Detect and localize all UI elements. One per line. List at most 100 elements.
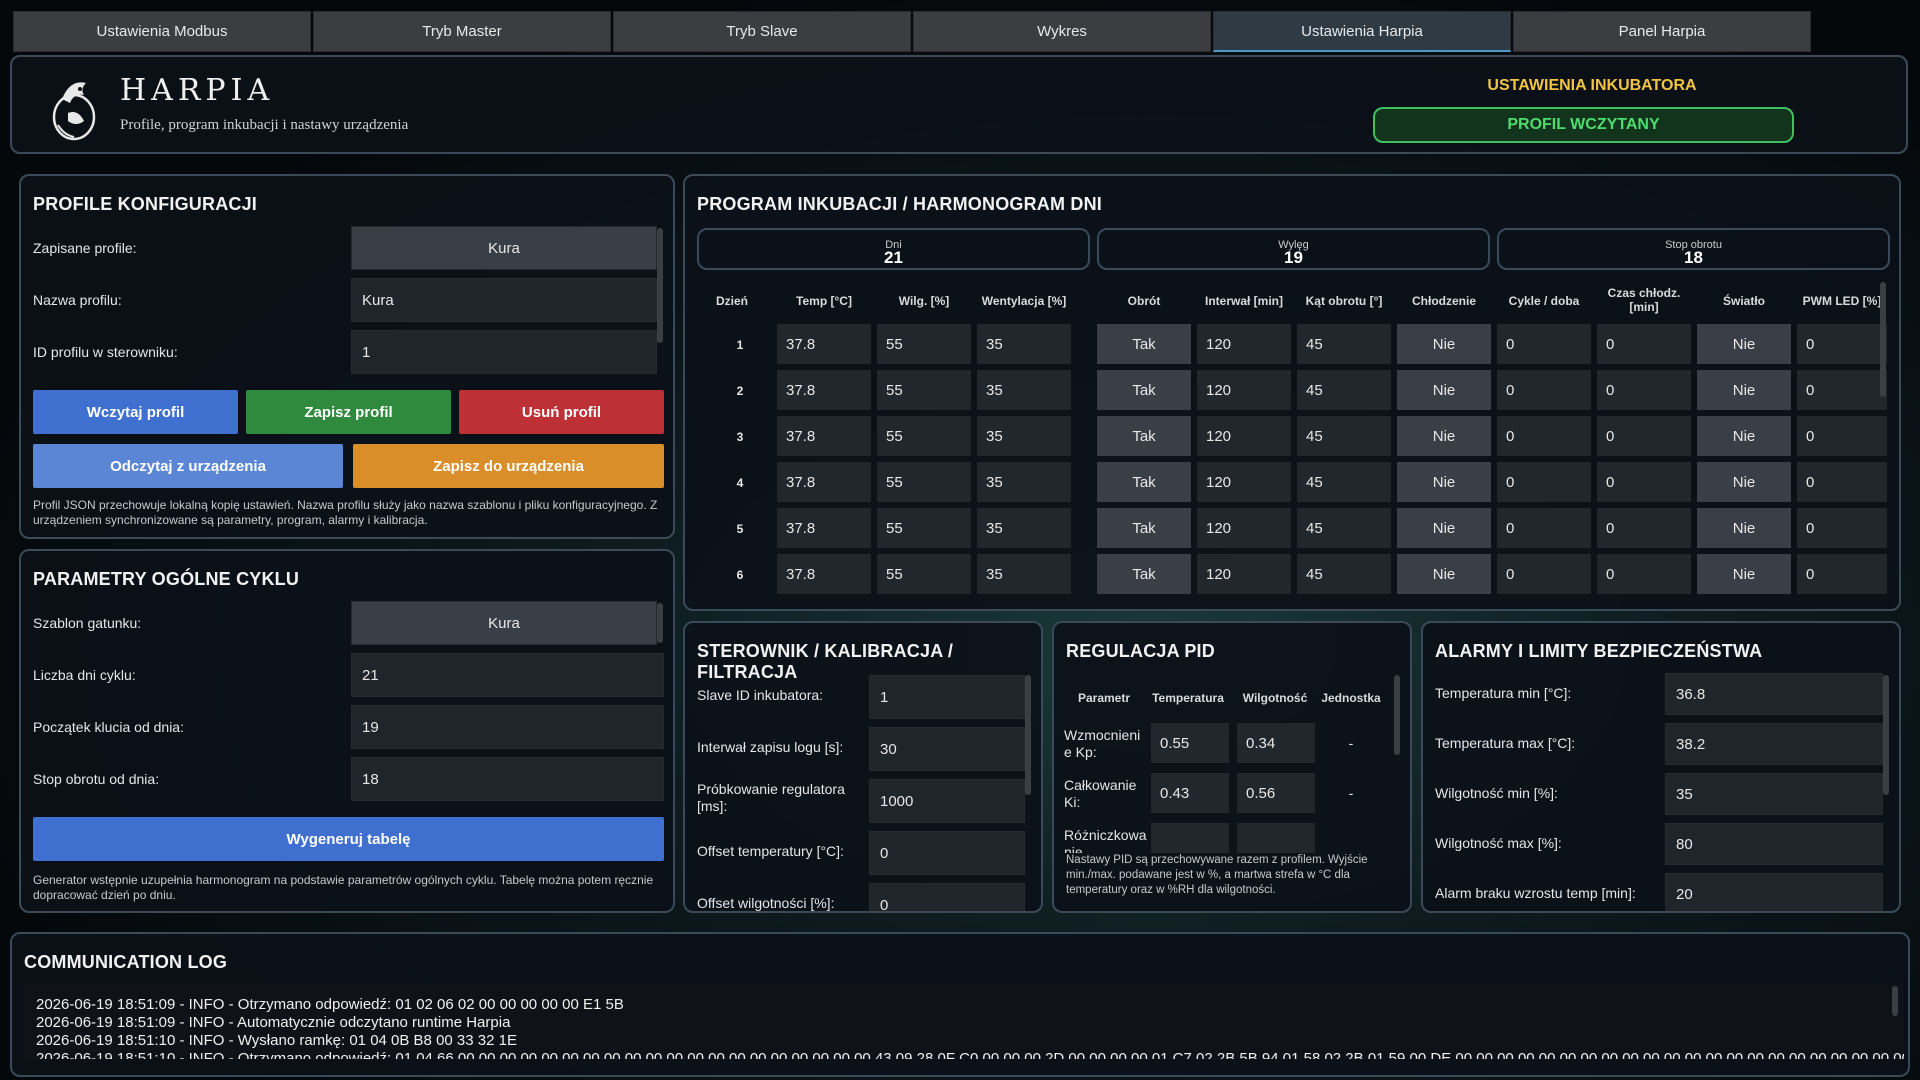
table-cell-interval[interactable]: 120 xyxy=(1197,324,1291,364)
table-cell-turning[interactable]: Tak xyxy=(1097,508,1191,548)
table-cell-temp[interactable]: 37.8 xyxy=(777,370,871,410)
table-cell-cooling[interactable]: Nie xyxy=(1397,416,1491,456)
table-cell-temp[interactable]: 37.8 xyxy=(777,324,871,364)
table-cell-ventilation[interactable]: 35 xyxy=(977,324,1071,364)
table-cell-light[interactable]: Nie xyxy=(1697,416,1791,456)
table-cell-temp[interactable]: 37.8 xyxy=(777,508,871,548)
table-cell-pwm-led[interactable]: 0 xyxy=(1797,554,1887,594)
pid-humidity-input[interactable]: 0.56 xyxy=(1237,773,1315,813)
tab-panel-harpia[interactable]: Panel Harpia xyxy=(1513,11,1811,52)
table-cell-cooling[interactable]: Nie xyxy=(1397,508,1491,548)
table-cell-interval[interactable]: 120 xyxy=(1197,370,1291,410)
turn-stop-input[interactable]: 18 xyxy=(351,757,664,801)
pid-temperature-input[interactable]: 0.43 xyxy=(1151,773,1229,813)
controller-input[interactable]: 1 xyxy=(869,675,1025,719)
template-scrollbar[interactable] xyxy=(657,603,663,643)
controller-input[interactable]: 0 xyxy=(869,883,1025,911)
read-from-device-button[interactable]: Odczytaj z urządzenia xyxy=(33,444,343,488)
profile-name-input[interactable]: Kura xyxy=(351,278,657,322)
table-cell-interval[interactable]: 120 xyxy=(1197,554,1291,594)
table-cell-ventilation[interactable]: 35 xyxy=(977,508,1071,548)
table-cell-ventilation[interactable]: 35 xyxy=(977,370,1071,410)
table-cell-turn-angle[interactable]: 45 xyxy=(1297,416,1391,456)
table-cell-cooling-time[interactable]: 0 xyxy=(1597,554,1691,594)
table-cell-turn-angle[interactable]: 45 xyxy=(1297,370,1391,410)
table-cell-interval[interactable]: 120 xyxy=(1197,508,1291,548)
table-cell-humidity[interactable]: 55 xyxy=(877,324,971,364)
load-profile-button[interactable]: Wczytaj profil xyxy=(33,390,238,434)
tab-tryb-slave[interactable]: Tryb Slave xyxy=(613,11,911,52)
table-cell-humidity[interactable]: 55 xyxy=(877,508,971,548)
generate-table-button[interactable]: Wygeneruj tabelę xyxy=(33,817,664,861)
table-cell-interval[interactable]: 120 xyxy=(1197,416,1291,456)
table-cell-cooling-time[interactable]: 0 xyxy=(1597,370,1691,410)
controller-input[interactable]: 30 xyxy=(869,727,1025,771)
cycle-days-input[interactable]: 21 xyxy=(351,653,664,697)
table-cell-light[interactable]: Nie xyxy=(1697,462,1791,502)
table-cell-turn-angle[interactable]: 45 xyxy=(1297,462,1391,502)
pid-humidity-input[interactable]: 0.34 xyxy=(1237,723,1315,763)
table-cell-pwm-led[interactable]: 0 xyxy=(1797,508,1887,548)
profile-id-input[interactable]: 1 xyxy=(351,330,657,374)
table-cell-interval[interactable]: 120 xyxy=(1197,462,1291,502)
hatch-start-input[interactable]: 19 xyxy=(351,705,664,749)
table-cell-cycles-per-day[interactable]: 0 xyxy=(1497,370,1591,410)
table-cell-turn-angle[interactable]: 45 xyxy=(1297,508,1391,548)
table-cell-ventilation[interactable]: 35 xyxy=(977,462,1071,502)
table-cell-temp[interactable]: 37.8 xyxy=(777,462,871,502)
table-cell-pwm-led[interactable]: 0 xyxy=(1797,324,1887,364)
pid-temperature-input[interactable]: 0.55 xyxy=(1151,723,1229,763)
alarm-input[interactable]: 80 xyxy=(1665,823,1883,865)
pid-temperature-input[interactable] xyxy=(1151,823,1229,853)
log-output[interactable]: 2026-06-19 18:51:09 - INFO - Otrzymano o… xyxy=(24,984,1904,1059)
table-cell-turning[interactable]: Tak xyxy=(1097,554,1191,594)
table-cell-cooling-time[interactable]: 0 xyxy=(1597,324,1691,364)
alarm-input[interactable]: 36.8 xyxy=(1665,673,1883,715)
table-cell-humidity[interactable]: 55 xyxy=(877,554,971,594)
profiles-scrollbar[interactable] xyxy=(657,228,663,343)
delete-profile-button[interactable]: Usuń profil xyxy=(459,390,664,434)
table-cell-turning[interactable]: Tak xyxy=(1097,324,1191,364)
table-cell-ventilation[interactable]: 35 xyxy=(977,554,1071,594)
alarm-input[interactable]: 35 xyxy=(1665,773,1883,815)
table-cell-humidity[interactable]: 55 xyxy=(877,462,971,502)
table-cell-cycles-per-day[interactable]: 0 xyxy=(1497,324,1591,364)
controller-input[interactable]: 0 xyxy=(869,831,1025,875)
table-cell-pwm-led[interactable]: 0 xyxy=(1797,462,1887,502)
table-cell-cooling-time[interactable]: 0 xyxy=(1597,416,1691,456)
table-cell-light[interactable]: Nie xyxy=(1697,554,1791,594)
table-cell-light[interactable]: Nie xyxy=(1697,508,1791,548)
pid-scrollbar[interactable] xyxy=(1394,675,1400,755)
tab-ustawienia-harpia[interactable]: Ustawienia Harpia xyxy=(1213,11,1511,52)
species-template-select[interactable]: Kura xyxy=(351,601,657,645)
tab-ustawienia-modbus[interactable]: Ustawienia Modbus xyxy=(13,11,311,52)
table-cell-turn-angle[interactable]: 45 xyxy=(1297,554,1391,594)
table-cell-humidity[interactable]: 55 xyxy=(877,370,971,410)
table-cell-turning[interactable]: Tak xyxy=(1097,370,1191,410)
table-cell-cooling[interactable]: Nie xyxy=(1397,462,1491,502)
table-cell-cooling[interactable]: Nie xyxy=(1397,370,1491,410)
table-cell-humidity[interactable]: 55 xyxy=(877,416,971,456)
table-cell-temp[interactable]: 37.8 xyxy=(777,554,871,594)
table-cell-cycles-per-day[interactable]: 0 xyxy=(1497,416,1591,456)
table-cell-light[interactable]: Nie xyxy=(1697,324,1791,364)
table-cell-ventilation[interactable]: 35 xyxy=(977,416,1071,456)
alarms-scrollbar[interactable] xyxy=(1883,675,1889,795)
program-table-scrollbar[interactable] xyxy=(1880,282,1886,397)
log-scrollbar[interactable] xyxy=(1892,986,1898,1016)
table-cell-light[interactable]: Nie xyxy=(1697,370,1791,410)
alarm-input[interactable]: 38.2 xyxy=(1665,723,1883,765)
table-cell-cooling-time[interactable]: 0 xyxy=(1597,462,1691,502)
table-cell-cooling-time[interactable]: 0 xyxy=(1597,508,1691,548)
table-cell-pwm-led[interactable]: 0 xyxy=(1797,416,1887,456)
table-cell-pwm-led[interactable]: 0 xyxy=(1797,370,1887,410)
table-cell-cooling[interactable]: Nie xyxy=(1397,554,1491,594)
table-cell-cooling[interactable]: Nie xyxy=(1397,324,1491,364)
table-cell-cycles-per-day[interactable]: 0 xyxy=(1497,554,1591,594)
controller-input[interactable]: 1000 xyxy=(869,779,1025,823)
tab-tryb-master[interactable]: Tryb Master xyxy=(313,11,611,52)
controller-scrollbar[interactable] xyxy=(1025,675,1031,795)
tab-wykres[interactable]: Wykres xyxy=(913,11,1211,52)
write-to-device-button[interactable]: Zapisz do urządzenia xyxy=(353,444,664,488)
table-cell-turning[interactable]: Tak xyxy=(1097,462,1191,502)
